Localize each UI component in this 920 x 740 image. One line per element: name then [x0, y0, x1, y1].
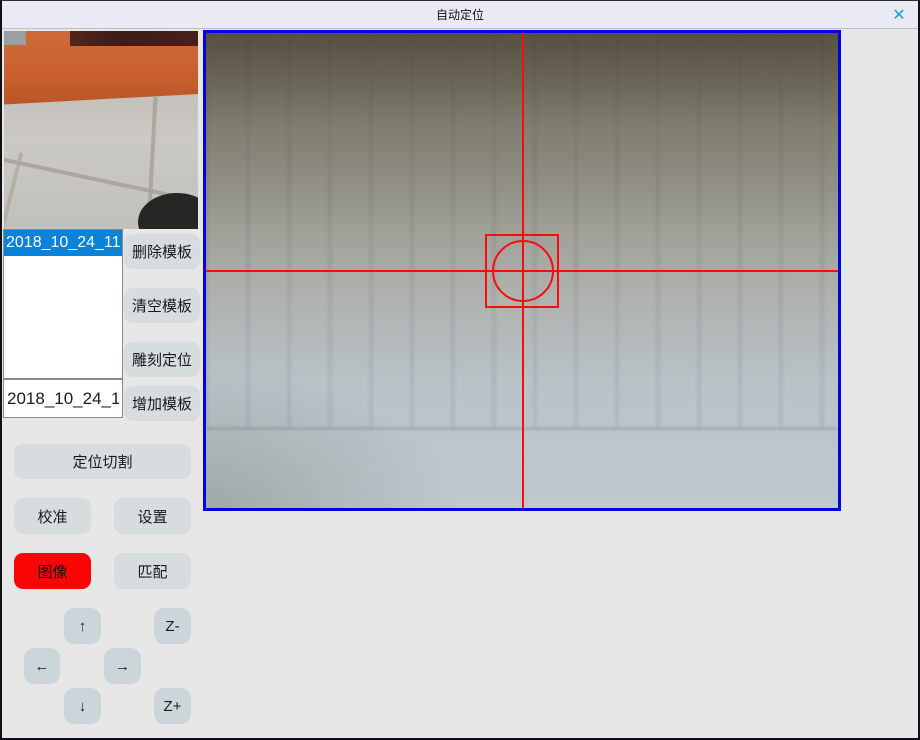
- preview-gray-block: [4, 31, 26, 45]
- engrave-position-button[interactable]: 雕刻定位: [124, 342, 200, 377]
- close-icon[interactable]: ✕: [888, 4, 910, 26]
- jog-down-button[interactable]: ↓: [64, 688, 101, 724]
- camera-corner-shadow: [206, 366, 459, 509]
- add-template-button[interactable]: 增加模板: [124, 386, 200, 421]
- template-list[interactable]: 2018_10_24_11: [3, 229, 123, 379]
- jog-z-plus-button[interactable]: Z+: [154, 688, 191, 724]
- roi-circle: [492, 240, 554, 302]
- auto-position-dialog: 自动定位 ✕ 2018_10_24_11 删除模板 清空模板 雕刻定位 增加模板…: [0, 0, 920, 740]
- delete-template-button[interactable]: 删除模板: [124, 234, 200, 269]
- dialog-title: 自动定位: [436, 6, 484, 23]
- match-button[interactable]: 匹配: [114, 553, 191, 589]
- jog-left-button[interactable]: ←: [24, 648, 60, 684]
- title-bar: 自动定位 ✕: [2, 1, 918, 29]
- jog-right-button[interactable]: →: [104, 648, 141, 684]
- template-list-item[interactable]: 2018_10_24_11: [4, 230, 122, 256]
- jog-up-button[interactable]: ↑: [64, 608, 101, 644]
- preview-dark-object: [138, 193, 198, 229]
- template-name-field[interactable]: [3, 379, 123, 418]
- jog-z-minus-button[interactable]: Z-: [154, 608, 191, 644]
- image-button-active[interactable]: 图像: [14, 553, 91, 589]
- calibrate-button[interactable]: 校准: [14, 498, 91, 534]
- position-cut-button[interactable]: 定位切割: [14, 444, 191, 479]
- settings-button[interactable]: 设置: [114, 498, 191, 534]
- template-preview-image: [4, 31, 198, 229]
- preview-dark-band: [70, 31, 198, 46]
- camera-view[interactable]: [203, 30, 841, 511]
- clear-templates-button[interactable]: 清空模板: [124, 288, 200, 323]
